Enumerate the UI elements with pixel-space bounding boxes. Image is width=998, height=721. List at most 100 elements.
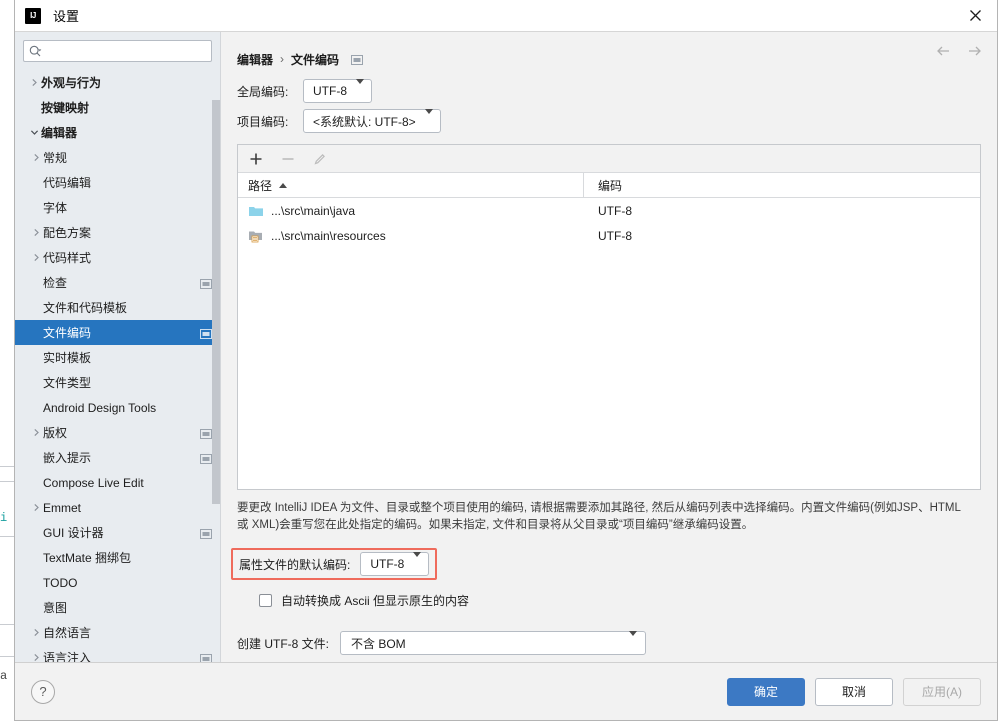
sidebar-item-label: 文件编码: [43, 326, 92, 340]
sidebar-item-label: 实时模板: [43, 351, 92, 365]
sidebar-item-label: 版权: [43, 426, 68, 440]
question-mark-icon[interactable]: ?: [31, 679, 55, 704]
table-toolbar: [238, 145, 980, 173]
table-header-row: 路径 编码: [238, 173, 980, 198]
project-encoding-label: 项目编码:: [237, 114, 289, 129]
sidebar-item-14[interactable]: 版权: [15, 420, 220, 445]
sidebar-item-label: 配色方案: [43, 226, 92, 240]
sidebar-item-10[interactable]: 文件编码: [15, 320, 220, 345]
sidebar-item-5[interactable]: 字体: [15, 195, 220, 220]
arrow-left-icon[interactable]: [935, 44, 953, 62]
chevron-right-icon[interactable]: [29, 228, 43, 237]
table-cell-encoding[interactable]: UTF-8: [584, 229, 980, 243]
encoding-description-text: 要更改 IntelliJ IDEA 为文件、目录或整个项目使用的编码, 请根据需…: [237, 502, 961, 531]
table-row[interactable]: ...\src\main\resources UTF-8: [238, 223, 980, 248]
chevron-right-icon[interactable]: [29, 653, 43, 662]
chevron-right-icon[interactable]: [29, 503, 43, 512]
cancel-button[interactable]: 取消: [815, 677, 893, 706]
table-cell-path: ...\src\main\resources: [238, 228, 584, 244]
sidebar-item-label: 文件和代码模板: [43, 301, 128, 315]
settings-content-panel: 编辑器 › 文件编码 全局编码: UTF-8 项目编码: <系统默认: UTF-…: [221, 32, 997, 662]
sidebar-item-13[interactable]: Android Design Tools: [15, 395, 220, 420]
footer-buttons: 确定 取消 应用(A): [727, 677, 981, 706]
chevron-down-icon[interactable]: [27, 128, 41, 137]
table-header-path[interactable]: 路径: [238, 173, 584, 197]
global-encoding-combo[interactable]: UTF-8: [303, 79, 372, 103]
sidebar-item-15[interactable]: 嵌入提示: [15, 445, 220, 470]
search-box[interactable]: [23, 40, 212, 62]
properties-encoding-value: UTF-8: [370, 557, 405, 571]
sidebar-item-12[interactable]: 文件类型: [15, 370, 220, 395]
panel-badge-icon: [200, 328, 212, 339]
table-body: ...\src\main\java UTF-8 ...\src\main\resou…: [238, 198, 980, 489]
sidebar-item-20[interactable]: TODO: [15, 570, 220, 595]
sidebar-item-label: 文件类型: [43, 376, 92, 390]
background-ide-strip: [0, 0, 14, 721]
project-encoding-row: 项目编码: <系统默认: UTF-8>: [237, 108, 981, 134]
chevron-right-icon[interactable]: [29, 628, 43, 637]
chevron-down-icon: [356, 79, 364, 98]
table-header-encoding[interactable]: 编码: [584, 173, 980, 197]
plus-icon[interactable]: [247, 150, 265, 168]
chevron-right-icon[interactable]: [29, 428, 43, 437]
close-icon[interactable]: [953, 0, 997, 31]
folder-icon: [248, 203, 264, 219]
sidebar-item-label: 代码编辑: [43, 176, 92, 190]
navigation-arrows: [935, 44, 983, 62]
sidebar-item-16[interactable]: Compose Live Edit: [15, 470, 220, 495]
sidebar-item-label: Android Design Tools: [43, 400, 157, 415]
sidebar-item-9[interactable]: 文件和代码模板: [15, 295, 220, 320]
sidebar-item-7[interactable]: 代码样式: [15, 245, 220, 270]
sidebar-item-6[interactable]: 配色方案: [15, 220, 220, 245]
table-cell-path-text: ...\src\main\java: [271, 203, 356, 218]
sidebar-item-23[interactable]: 语言注入: [15, 645, 220, 662]
sidebar-item-label: GUI 设计器: [43, 526, 104, 540]
background-editor-glyph: a: [0, 669, 8, 683]
table-cell-path: ...\src\main\java: [238, 203, 584, 219]
bom-row: 创建 UTF-8 文件: 不含 BOM: [237, 631, 981, 655]
breadcrumb-parent[interactable]: 编辑器: [237, 51, 273, 68]
sidebar-item-label: Emmet: [43, 500, 82, 515]
ok-button[interactable]: 确定: [727, 677, 805, 706]
sidebar-item-label: 代码样式: [43, 251, 92, 265]
sidebar-item-2[interactable]: 编辑器: [15, 120, 220, 145]
sidebar-item-11[interactable]: 实时模板: [15, 345, 220, 370]
bom-combo[interactable]: 不含 BOM: [340, 631, 646, 655]
project-encoding-combo[interactable]: <系统默认: UTF-8>: [303, 109, 441, 133]
breadcrumb: 编辑器 › 文件编码: [237, 44, 981, 74]
sidebar-item-0[interactable]: 外观与行为: [15, 70, 220, 95]
panel-badge-icon: [200, 653, 212, 662]
sidebar-item-1[interactable]: 按键映射: [15, 95, 220, 120]
sidebar-item-17[interactable]: Emmet: [15, 495, 220, 520]
chevron-right-icon[interactable]: [29, 253, 43, 262]
search-area: [15, 32, 220, 68]
panel-badge-icon: [200, 453, 212, 464]
panel-badge-icon: [200, 428, 212, 439]
search-icon: [29, 45, 42, 58]
minus-icon: [279, 150, 297, 168]
dialog-footer: ? 确定 取消 应用(A): [15, 662, 997, 720]
background-editor-glyph: i: [0, 511, 8, 525]
table-cell-encoding[interactable]: UTF-8: [584, 204, 980, 218]
apply-button[interactable]: 应用(A): [903, 677, 981, 706]
chevron-right-icon[interactable]: [29, 153, 43, 162]
ascii-conversion-checkbox[interactable]: [259, 594, 272, 607]
sidebar-item-21[interactable]: 意图: [15, 595, 220, 620]
table-row[interactable]: ...\src\main\java UTF-8: [238, 198, 980, 223]
chevron-down-icon: [629, 631, 637, 650]
properties-encoding-label: 属性文件的默认编码:: [239, 557, 351, 572]
sidebar-scrollbar[interactable]: [212, 100, 220, 504]
background-divider: [0, 481, 14, 482]
sidebar-item-19[interactable]: TextMate 捆绑包: [15, 545, 220, 570]
dialog-titlebar: 设置: [15, 0, 997, 32]
sidebar-item-4[interactable]: 代码编辑: [15, 170, 220, 195]
sidebar-item-3[interactable]: 常规: [15, 145, 220, 170]
sidebar-item-22[interactable]: 自然语言: [15, 620, 220, 645]
search-input[interactable]: [46, 42, 206, 60]
sidebar-item-8[interactable]: 检查: [15, 270, 220, 295]
chevron-right-icon[interactable]: [27, 78, 41, 87]
properties-encoding-combo[interactable]: UTF-8: [360, 552, 430, 576]
dialog-body: 外观与行为 按键映射 编辑器 常规 代码编辑 字体 配色方案 代码样式 检查 文件和代码模板 文件编…: [15, 32, 997, 662]
arrow-right-icon[interactable]: [965, 44, 983, 62]
sidebar-item-18[interactable]: GUI 设计器: [15, 520, 220, 545]
